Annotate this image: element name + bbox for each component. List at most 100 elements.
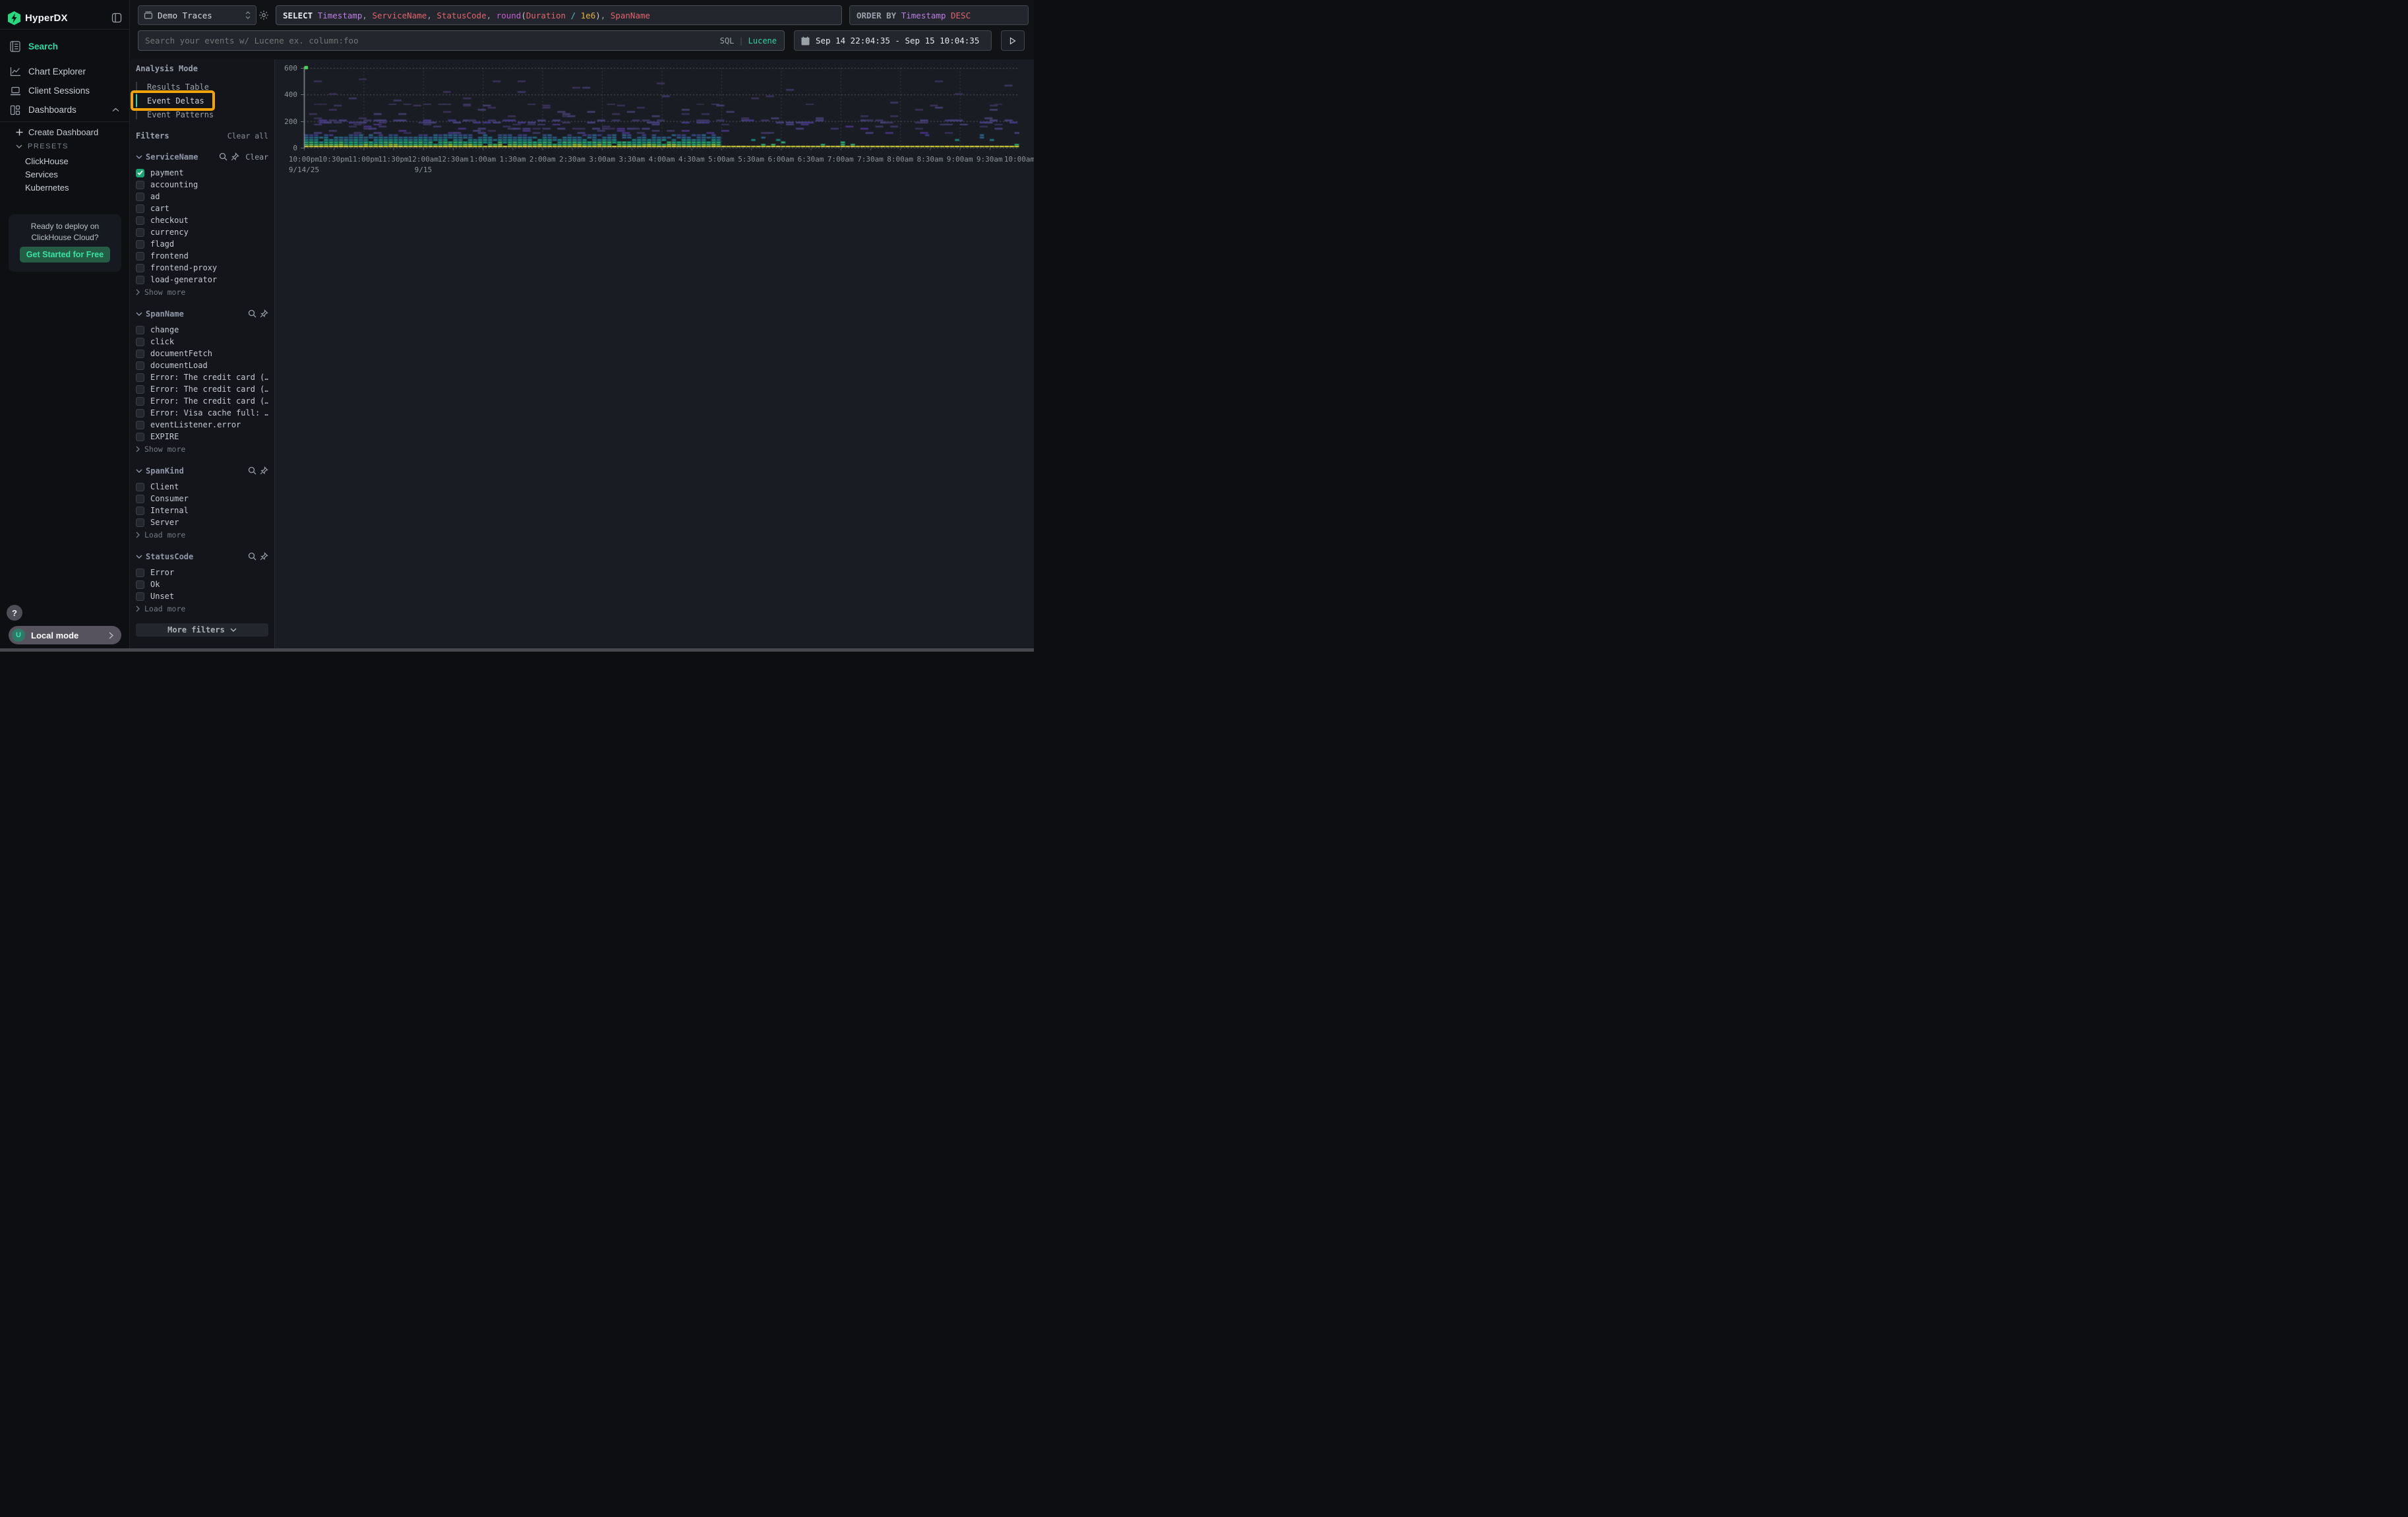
pin-icon[interactable] <box>260 552 268 561</box>
pin-icon[interactable] <box>231 152 239 161</box>
checkbox[interactable] <box>136 228 144 237</box>
search-icon[interactable] <box>219 152 227 161</box>
presets-toggle[interactable]: PRESETS <box>0 141 146 152</box>
checkbox[interactable] <box>136 264 144 272</box>
order-by-input[interactable]: ORDER BY Timestamp DESC <box>849 5 1029 25</box>
filter-option-error[interactable]: Error <box>136 567 268 578</box>
sidebar-item-search[interactable]: Search <box>0 34 130 58</box>
checkbox[interactable] <box>136 350 144 358</box>
analysis-option-event-deltas[interactable]: Event Deltas <box>136 94 268 108</box>
events-heatmap-chart[interactable]: 0200400600 10:00pm10:30pm11:00pm11:30pm1… <box>275 59 1034 178</box>
filter-option-change[interactable]: change <box>136 324 268 336</box>
filter-option-frontend-proxy[interactable]: frontend-proxy <box>136 262 268 274</box>
filter-option-error-the-credit-card-[interactable]: Error: The credit card (… <box>136 395 268 407</box>
heatmap-canvas[interactable] <box>300 64 1019 151</box>
chevron-down-icon[interactable] <box>136 312 142 316</box>
filter-option-currency[interactable]: currency <box>136 226 268 238</box>
account-menu[interactable]: U Local mode <box>9 626 121 644</box>
filter-option-ad[interactable]: ad <box>136 191 268 202</box>
sidebar-item-dashboards[interactable]: Dashboards <box>0 100 130 119</box>
create-dashboard-button[interactable]: Create Dashboard <box>0 125 146 139</box>
facet-show-more-button[interactable]: Show more <box>136 287 268 297</box>
get-started-button[interactable]: Get Started for Free <box>20 247 110 263</box>
filter-option-unset[interactable]: Unset <box>136 590 268 602</box>
checkbox[interactable] <box>136 518 144 527</box>
checkbox[interactable] <box>136 276 144 284</box>
facet-name[interactable]: ServiceName <box>146 152 216 162</box>
checkbox[interactable] <box>136 204 144 213</box>
filter-option-consumer[interactable]: Consumer <box>136 493 268 505</box>
facet-name[interactable]: StatusCode <box>146 552 245 561</box>
more-filters-button[interactable]: More filters <box>136 623 268 636</box>
preset-item-clickhouse[interactable]: ClickHouse <box>0 154 130 168</box>
checkbox[interactable] <box>136 338 144 346</box>
facet-load-more-button[interactable]: Load more <box>136 530 268 540</box>
pin-icon[interactable] <box>260 309 268 318</box>
mode-sql-toggle[interactable]: SQL <box>720 36 735 46</box>
filter-option-flagd[interactable]: flagd <box>136 238 268 250</box>
filter-option-error-the-credit-card-[interactable]: Error: The credit card (… <box>136 383 268 395</box>
checkbox[interactable] <box>136 421 144 429</box>
analysis-option-event-patterns[interactable]: Event Patterns <box>136 108 268 121</box>
search-input[interactable] <box>138 36 720 46</box>
checkbox[interactable] <box>136 397 144 406</box>
preset-item-kubernetes[interactable]: Kubernetes <box>0 181 130 194</box>
filter-option-click[interactable]: click <box>136 336 268 348</box>
filter-option-documentfetch[interactable]: documentFetch <box>136 348 268 359</box>
checkbox[interactable] <box>136 216 144 225</box>
filter-option-load-generator[interactable]: load-generator <box>136 274 268 286</box>
checkbox[interactable] <box>136 326 144 334</box>
pin-icon[interactable] <box>260 466 268 475</box>
run-search-button[interactable] <box>1001 30 1025 51</box>
checkbox[interactable] <box>136 361 144 370</box>
preset-item-services[interactable]: Services <box>0 168 130 181</box>
search-icon[interactable] <box>248 309 256 318</box>
help-button[interactable]: ? <box>7 605 22 621</box>
filter-option-frontend[interactable]: frontend <box>136 250 268 262</box>
checkbox[interactable] <box>136 483 144 491</box>
checkbox[interactable] <box>136 592 144 601</box>
sidebar-item-chart-explorer[interactable]: Chart Explorer <box>0 62 130 81</box>
checkbox[interactable] <box>136 580 144 589</box>
checkbox[interactable] <box>136 193 144 201</box>
source-select[interactable]: Demo Traces <box>138 5 256 25</box>
clear-all-button[interactable]: Clear all <box>227 131 268 140</box>
select-clause-input[interactable]: SELECT Timestamp, ServiceName, StatusCod… <box>276 5 842 25</box>
checkbox[interactable] <box>136 373 144 382</box>
checkbox[interactable] <box>136 409 144 418</box>
checkbox[interactable] <box>136 252 144 261</box>
facet-name[interactable]: SpanName <box>146 309 245 319</box>
checkbox[interactable] <box>136 507 144 515</box>
filter-option-error-the-credit-card-[interactable]: Error: The credit card (… <box>136 371 268 383</box>
facet-name[interactable]: SpanKind <box>146 466 245 476</box>
filter-option-client[interactable]: Client <box>136 481 268 493</box>
gear-icon[interactable] <box>258 10 269 20</box>
filter-option-server[interactable]: Server <box>136 516 268 528</box>
sidebar-item-client-sessions[interactable]: Client Sessions <box>0 81 130 100</box>
filter-option-payment[interactable]: payment <box>136 167 268 179</box>
collapse-sidebar-icon[interactable] <box>111 13 122 23</box>
facet-show-more-button[interactable]: Show more <box>136 444 268 454</box>
horizontal-scrollbar[interactable] <box>0 648 1034 652</box>
filter-option-error-visa-cache-full-[interactable]: Error: Visa cache full: … <box>136 407 268 419</box>
filter-option-accounting[interactable]: accounting <box>136 179 268 191</box>
checkbox[interactable] <box>136 169 144 177</box>
checkbox[interactable] <box>136 433 144 441</box>
facet-load-more-button[interactable]: Load more <box>136 604 268 614</box>
checkbox[interactable] <box>136 385 144 394</box>
filter-option-cart[interactable]: cart <box>136 202 268 214</box>
filter-option-ok[interactable]: Ok <box>136 578 268 590</box>
chevron-down-icon[interactable] <box>136 469 142 473</box>
mode-lucene-toggle[interactable]: Lucene <box>748 36 777 46</box>
filter-option-expire[interactable]: EXPIRE <box>136 431 268 443</box>
filter-option-internal[interactable]: Internal <box>136 505 268 516</box>
chevron-down-icon[interactable] <box>136 155 142 159</box>
filter-option-checkout[interactable]: checkout <box>136 214 268 226</box>
checkbox[interactable] <box>136 569 144 577</box>
checkbox[interactable] <box>136 181 144 189</box>
filter-option-documentload[interactable]: documentLoad <box>136 359 268 371</box>
chevron-down-icon[interactable] <box>136 555 142 559</box>
facet-clear-button[interactable]: Clear <box>245 152 268 162</box>
checkbox[interactable] <box>136 240 144 249</box>
filter-option-eventlistener-error[interactable]: eventListener.error <box>136 419 268 431</box>
